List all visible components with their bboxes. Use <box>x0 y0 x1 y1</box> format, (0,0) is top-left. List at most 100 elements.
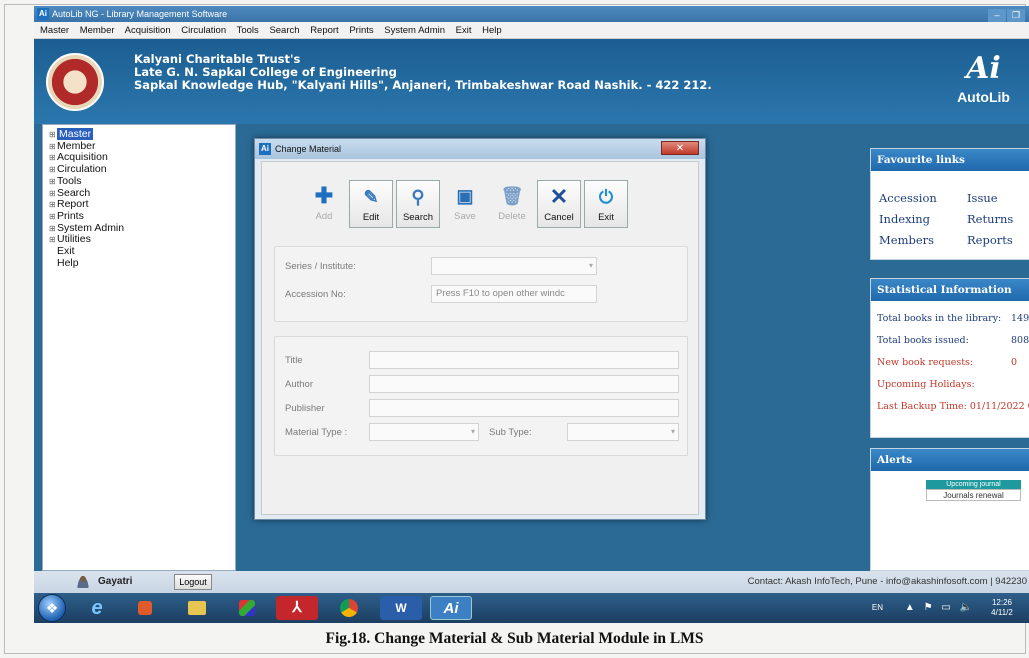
material-type-select[interactable] <box>369 423 479 441</box>
volume-icon[interactable]: 🔈 <box>960 602 975 613</box>
author-input[interactable] <box>369 375 679 393</box>
upcoming-holidays-row[interactable]: Upcoming Holidays: <box>877 379 975 390</box>
expand-icon[interactable]: ⊞ <box>49 164 57 176</box>
page: Ai AutoLib NG - Library Management Softw… <box>0 0 1029 658</box>
exit-button[interactable]: ⏻ Exit <box>584 180 628 228</box>
expand-icon[interactable]: ⊞ <box>49 152 57 164</box>
flag-icon[interactable]: ⚑ <box>924 602 936 613</box>
menu-member[interactable]: Member <box>80 25 115 36</box>
word-icon[interactable]: W <box>380 596 422 620</box>
search-icon: ⚲ <box>411 187 425 207</box>
expand-icon[interactable]: ⊞ <box>49 176 57 188</box>
app-icon: Ai <box>37 8 49 20</box>
accession-group: Series / Institute: Accession No: Press … <box>274 246 688 322</box>
edit-button[interactable]: ✎ Edit <box>349 180 393 228</box>
menu-system-admin[interactable]: System Admin <box>384 25 445 36</box>
delete-button[interactable]: 🗑 Delete <box>490 180 534 228</box>
accession-input[interactable]: Press F10 to open other windc <box>431 285 597 303</box>
alerts-heading: Alerts <box>871 449 1029 471</box>
status-bar: Gayatri Logout Contact: Akash InfoTech, … <box>34 571 1029 593</box>
institution-info: Kalyani Charitable Trust's Late G. N. Sa… <box>134 53 712 92</box>
tray-icons: ▲ ⚑ ▭ 🔈 <box>905 602 975 613</box>
figure-caption: Fig.18. Change Material & Sub Material M… <box>325 630 704 647</box>
start-button[interactable]: ❖ <box>38 594 66 622</box>
file-explorer-icon[interactable] <box>176 596 218 620</box>
expand-icon[interactable]: ⊞ <box>49 234 57 246</box>
menu-search[interactable]: Search <box>269 25 299 36</box>
menu-exit[interactable]: Exit <box>456 25 472 36</box>
autolib-taskbar-icon[interactable]: Ai <box>430 596 472 620</box>
link-reports[interactable]: Reports <box>967 233 1013 247</box>
link-returns[interactable]: Returns <box>967 212 1013 226</box>
series-select[interactable] <box>431 257 597 275</box>
right-sidebar: Favourite links Accession Issue Indexing… <box>860 124 1029 571</box>
show-hidden-icon[interactable]: ▲ <box>905 602 918 613</box>
contact-info: Contact: Akash InfoTech, Pune - info@aka… <box>747 576 1027 587</box>
maximize-button[interactable]: ❐ <box>1007 9 1025 22</box>
tab-upcoming-journal[interactable]: Upcoming journal <box>926 480 1021 489</box>
minimize-button[interactable]: – <box>988 9 1006 22</box>
plus-icon: ✚ <box>314 183 334 208</box>
tab-journals-renewal[interactable]: Journals renewal <box>926 489 1021 501</box>
brand-name: AutoLib <box>957 89 1010 105</box>
nav-item-utilities[interactable]: ⊞Utilities <box>49 233 229 246</box>
chrome-icon[interactable] <box>328 596 370 620</box>
window-titlebar: Ai AutoLib NG - Library Management Softw… <box>34 6 1029 22</box>
dialog-title: Change Material <box>275 144 342 154</box>
menu-circulation[interactable]: Circulation <box>181 25 226 36</box>
dialog-close-button[interactable]: ✕ <box>661 141 699 155</box>
link-indexing[interactable]: Indexing <box>879 212 930 226</box>
expand-icon[interactable]: ⊞ <box>49 141 57 153</box>
link-accession[interactable]: Accession <box>879 191 937 205</box>
menu-tools[interactable]: Tools <box>237 25 259 36</box>
publisher-input[interactable] <box>369 399 679 417</box>
search-button[interactable]: ⚲ Search <box>396 180 440 228</box>
link-members[interactable]: Members <box>879 233 934 247</box>
expand-icon[interactable]: ⊞ <box>49 199 57 211</box>
screenshot: Ai AutoLib NG - Library Management Softw… <box>34 6 1029 623</box>
clock-date: 4/11/2 <box>991 608 1013 617</box>
save-button[interactable]: ▣ Save <box>443 180 487 228</box>
clock-time: 12:26 <box>991 598 1013 607</box>
language-indicator[interactable]: EN <box>872 603 883 612</box>
college-address: Sapkal Knowledge Hub, "Kalyani Hills", A… <box>134 78 712 92</box>
sub-type-select[interactable] <box>567 423 679 441</box>
menu-prints[interactable]: Prints <box>349 25 373 36</box>
books-issued-value: 808 <box>1011 335 1029 346</box>
total-books-value: 1491 <box>1011 313 1029 324</box>
expand-icon[interactable]: ⊞ <box>49 188 57 200</box>
clock[interactable]: 12:26 4/11/2 <box>983 598 1021 618</box>
network-icon[interactable]: ▭ <box>941 602 953 613</box>
total-books-row: Total books in the library:1491 <box>877 313 1029 324</box>
link-issue[interactable]: Issue <box>967 191 998 205</box>
material-type-label: Material Type : <box>285 427 348 438</box>
menu-report[interactable]: Report <box>310 25 339 36</box>
ie-icon[interactable]: e <box>76 596 118 620</box>
dialog-titlebar: Ai Change Material ✕ <box>255 139 705 159</box>
expand-icon[interactable]: ⊞ <box>49 223 57 235</box>
paint-icon[interactable] <box>226 596 268 620</box>
menu-master[interactable]: Master <box>40 25 69 36</box>
statistical-info-panel: Statistical Information Total books in t… <box>870 278 1029 438</box>
cancel-button[interactable]: ✕ Cancel <box>537 180 581 228</box>
new-requests-row[interactable]: New book requests: 0 <box>877 357 1017 368</box>
last-backup-row: Last Backup Time: 01/11/2022 0 <box>877 401 1029 412</box>
delete-icon: 🗑 <box>500 186 524 206</box>
media-player-icon[interactable] <box>124 596 166 620</box>
pdf-reader-icon[interactable]: ⅄ <box>276 596 318 620</box>
add-button[interactable]: ✚ Add <box>302 180 346 228</box>
window-title: AutoLib NG - Library Management Software <box>52 9 228 19</box>
menu-acquisition[interactable]: Acquisition <box>125 25 171 36</box>
logout-button[interactable]: Logout <box>174 574 212 590</box>
expand-icon[interactable]: ⊞ <box>49 129 57 141</box>
expand-icon[interactable]: ⊞ <box>49 211 57 223</box>
nav-item-help[interactable]: Help <box>49 257 229 270</box>
menu-help[interactable]: Help <box>482 25 502 36</box>
autolib-brand: Ai AutoLib <box>946 49 1021 105</box>
new-requests-value: 0 <box>1011 357 1018 368</box>
accession-label: Accession No: <box>285 289 346 300</box>
series-label: Series / Institute: <box>285 261 356 272</box>
windows-logo-icon: ❖ <box>45 600 59 616</box>
title-input[interactable] <box>369 351 679 369</box>
app-header: Kalyani Charitable Trust's Late G. N. Sa… <box>34 39 1029 124</box>
